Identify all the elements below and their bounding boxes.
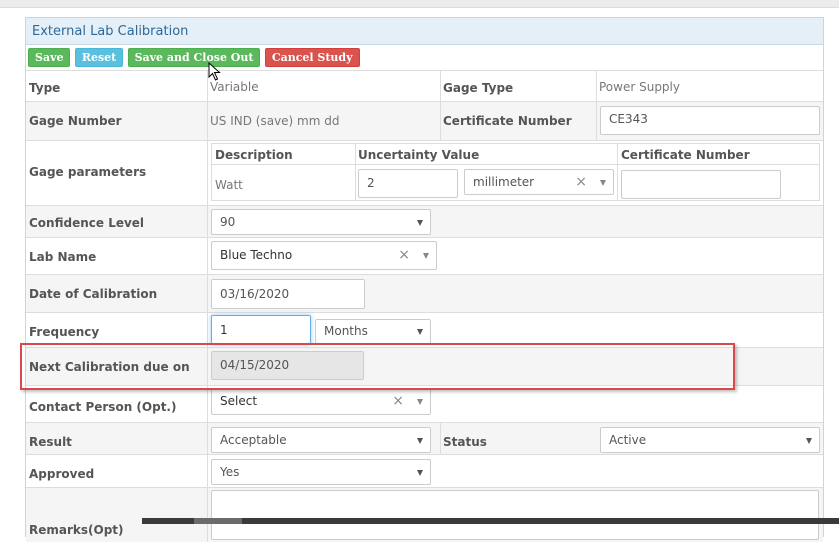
toolbar: Save Reset Save and Close Out Cancel Stu…: [26, 45, 823, 70]
column-divider: [207, 386, 208, 422]
certificate-number-input[interactable]: CE343: [600, 106, 820, 135]
remarks-textarea[interactable]: [211, 490, 819, 540]
type-label: Type: [29, 81, 61, 95]
clear-icon[interactable]: ×: [392, 389, 404, 414]
column-divider: [207, 238, 208, 274]
lab-name-value: Blue Techno: [220, 248, 293, 262]
approved-label: Approved: [29, 467, 95, 481]
frequency-input[interactable]: 1: [211, 315, 311, 345]
save-button[interactable]: Save: [28, 48, 71, 67]
certificate-number-header: Certificate Number: [621, 148, 750, 162]
cancel-study-button[interactable]: Cancel Study: [264, 48, 360, 67]
confidence-level-value: 90: [220, 215, 236, 229]
confidence-level-select[interactable]: 90: [211, 209, 431, 235]
type-row: Type Variable Gage Type Power Supply: [26, 70, 823, 101]
column-divider: [207, 102, 208, 140]
contact-person-row: Contact Person (Opt.) Select ×: [26, 385, 823, 422]
date-of-calibration-row: Date of Calibration 03/16/2020: [26, 274, 823, 312]
gage-number-row: Gage Number US IND (save) mm dd Certific…: [26, 101, 823, 140]
frequency-unit-select[interactable]: Months: [315, 319, 431, 344]
chevron-down-icon: [600, 180, 606, 186]
gage-type-value: Power Supply: [599, 80, 680, 94]
chevron-down-icon: [417, 220, 423, 226]
column-divider: [207, 313, 208, 347]
approved-select[interactable]: Yes: [211, 459, 431, 485]
type-value: Variable: [210, 80, 259, 94]
uncertainty-unit-select[interactable]: millimeter ×: [464, 169, 614, 195]
uncertainty-value-header: Uncertainty Value: [358, 148, 480, 162]
panel-title: External Lab Calibration: [26, 18, 823, 45]
column-divider: [207, 455, 208, 487]
lab-name-select[interactable]: Blue Techno ×: [211, 241, 437, 270]
remarks-label: Remarks(Opt): [29, 523, 124, 537]
chevron-down-icon: [417, 399, 423, 405]
next-calibration-label: Next Calibration due on: [29, 360, 190, 374]
reset-button[interactable]: Reset: [74, 48, 124, 67]
approved-row: Approved Yes: [26, 454, 823, 487]
external-lab-calibration-panel: External Lab Calibration Save Reset Save…: [25, 17, 824, 542]
chevron-down-icon: [423, 253, 429, 259]
frequency-row: Frequency 1 Months: [26, 312, 823, 347]
clear-icon[interactable]: ×: [398, 242, 410, 269]
column-divider: [207, 206, 208, 237]
contact-person-value: Select: [220, 394, 258, 408]
status-select[interactable]: Active: [600, 427, 820, 453]
column-divider: [207, 348, 208, 385]
description-header: Description: [215, 148, 293, 162]
clear-icon[interactable]: ×: [575, 170, 587, 195]
result-row: Result Acceptable Status Active: [26, 422, 823, 454]
column-divider: [207, 275, 208, 312]
frequency-label: Frequency: [29, 325, 100, 339]
next-calibration-row: Next Calibration due on 04/15/2020: [26, 347, 823, 385]
column-divider: [355, 144, 356, 200]
result-label: Result: [29, 435, 72, 449]
remarks-row: Remarks(Opt): [26, 487, 823, 542]
column-divider: [207, 423, 208, 454]
uncertainty-unit-value: millimeter: [473, 175, 535, 189]
result-select[interactable]: Acceptable: [211, 427, 431, 453]
date-of-calibration-input[interactable]: 03/16/2020: [211, 279, 365, 309]
parameter-certificate-input[interactable]: [621, 170, 781, 199]
browser-top-strip: [0, 0, 839, 8]
save-and-close-out-button[interactable]: Save and Close Out: [127, 48, 261, 67]
gage-type-label: Gage Type: [443, 81, 514, 95]
column-divider: [596, 71, 597, 101]
status-label: Status: [443, 435, 487, 449]
column-divider: [207, 141, 208, 205]
lab-name-row: Lab Name Blue Techno ×: [26, 237, 823, 274]
column-divider: [596, 102, 597, 140]
taskbar-strip: [142, 518, 839, 524]
frequency-unit-value: Months: [324, 324, 368, 338]
gage-parameters-row: Gage parameters Description Uncertainty …: [26, 140, 823, 205]
column-divider: [617, 144, 618, 200]
uncertainty-value-input[interactable]: 2: [358, 169, 458, 198]
confidence-level-row: Confidence Level 90: [26, 205, 823, 237]
chevron-down-icon: [417, 438, 423, 444]
certificate-number-label: Certificate Number: [443, 114, 572, 128]
column-divider: [440, 423, 441, 454]
column-divider: [440, 71, 441, 101]
chevron-down-icon: [417, 329, 423, 335]
gage-parameters-label: Gage parameters: [29, 165, 147, 179]
lab-name-label: Lab Name: [29, 250, 97, 264]
parameter-description-value: Watt: [215, 178, 243, 192]
gage-number-label: Gage Number: [29, 114, 122, 128]
column-divider: [440, 102, 441, 140]
next-calibration-input: 04/15/2020: [211, 351, 364, 380]
result-value: Acceptable: [220, 433, 287, 447]
contact-person-select[interactable]: Select ×: [211, 388, 431, 415]
confidence-level-label: Confidence Level: [29, 216, 145, 230]
column-divider: [207, 488, 208, 542]
status-value: Active: [609, 433, 647, 447]
date-of-calibration-label: Date of Calibration: [29, 287, 158, 301]
taskbar-item: [194, 518, 242, 524]
chevron-down-icon: [417, 470, 423, 476]
chevron-down-icon: [806, 438, 812, 444]
gage-number-value: US IND (save) mm dd: [210, 114, 340, 128]
gage-parameters-table: Description Uncertainty Value Certificat…: [211, 143, 820, 201]
contact-person-label: Contact Person (Opt.): [29, 400, 177, 414]
mouse-pointer-icon: [208, 62, 221, 81]
approved-value: Yes: [220, 465, 240, 479]
